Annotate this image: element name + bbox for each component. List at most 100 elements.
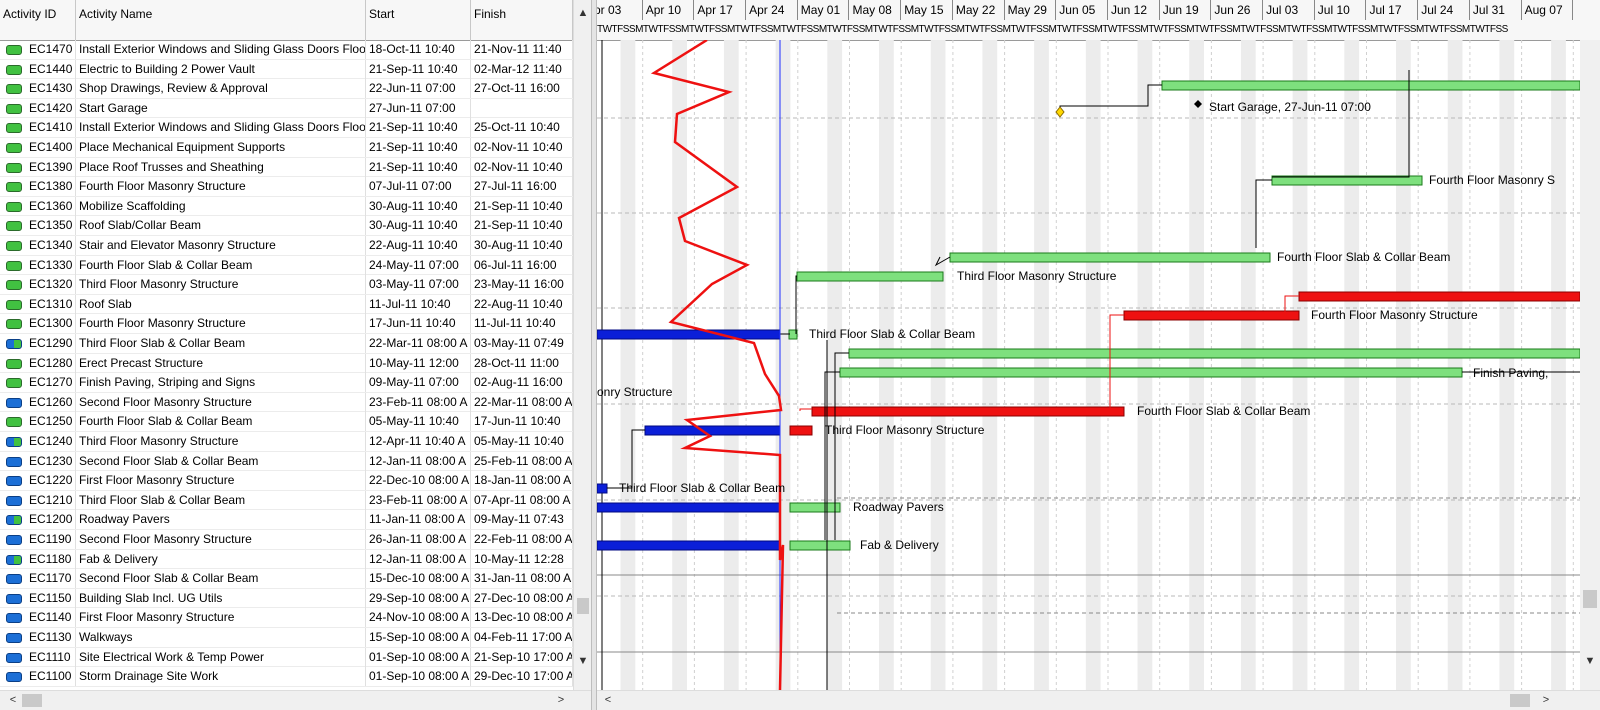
activity-status-icon (6, 143, 22, 153)
activity-status-icon (6, 554, 22, 565)
timescale-week: May 15 (901, 0, 953, 20)
table-row[interactable]: EC1140 First Floor Masonry Structure 24-No… (0, 608, 573, 628)
table-row[interactable]: EC1250 Fourth Floor Slab & Collar Beam 05-… (0, 412, 573, 432)
cell-activity-id: EC1180 (0, 549, 76, 569)
chart-scroll-thumb[interactable] (1583, 590, 1597, 608)
cell-finish: 27-Jul-11 16:00 (471, 177, 573, 197)
scroll-thumb[interactable] (577, 598, 589, 614)
table-row[interactable]: EC1440 Electric to Building 2 Power Vault… (0, 59, 573, 80)
table-row[interactable]: EC1240 Third Floor Masonry Structure 12-Ap… (0, 432, 573, 452)
table-row[interactable]: EC1340 Stair and Elevator Masonry Structu… (0, 236, 573, 256)
table-row[interactable]: EC1290 Third Floor Slab & Collar Beam 22-M… (0, 334, 573, 354)
cell-finish: 28-Oct-11 11:00 (471, 353, 573, 373)
cell-start: 11-Jul-11 10:40 (366, 294, 471, 314)
chart-vertical-scrollbar[interactable]: ▼ (1580, 40, 1600, 690)
cell-activity-id: EC1300 (0, 314, 76, 334)
activity-id-text: EC1290 (29, 336, 73, 350)
activity-status-icon (6, 45, 22, 55)
activity-status-icon (6, 417, 22, 428)
activity-id-text: EC1200 (29, 512, 73, 527)
table-row[interactable]: EC1150 Building Slab Incl. UG Utils 29-Sep… (0, 588, 573, 609)
table-row[interactable]: EC1390 Place Roof Trusses and Sheathing 21… (0, 157, 573, 178)
table-row[interactable]: EC1190 Second Floor Masonry Structure 26-J… (0, 530, 573, 550)
table-row[interactable]: EC1100 Storm Drainage Site Work 01-Sep-10 … (0, 667, 573, 687)
table-row[interactable]: EC1320 Third Floor Masonry Structure 03-Ma… (0, 275, 573, 295)
scroll-up-button[interactable]: ▲ (574, 4, 591, 22)
critical-relationship-line (1109, 314, 1124, 411)
milestone-diamond (1055, 106, 1065, 118)
column-header-finish[interactable]: Finish (471, 0, 573, 40)
column-header-start[interactable]: Start (366, 0, 471, 40)
cell-start: 21-Sep-11 10:40 (366, 138, 471, 157)
table-row[interactable]: EC1330 Fourth Floor Slab & Collar Beam 24-… (0, 255, 573, 276)
activity-status-icon (6, 103, 22, 114)
table-row[interactable]: EC1430 Shop Drawings, Review & Approval 22… (0, 79, 573, 99)
table-row[interactable]: EC1210 Third Floor Slab & Collar Beam 23-F… (0, 490, 573, 511)
cell-activity-name: Building Slab Incl. UG Utils (76, 588, 366, 608)
cell-start: 23-Feb-11 08:00 A (366, 490, 471, 510)
cell-start: 07-Jul-11 07:00 (366, 177, 471, 197)
cell-finish: 21-Sep-11 10:40 (471, 216, 573, 236)
table-row[interactable]: EC1470 Install Exterior Windows and Slidi… (0, 40, 573, 60)
weekend-shading (1189, 40, 1205, 690)
table-row[interactable]: EC1180 Fab & Delivery 12-Jan-11 08:00 A 10-… (0, 549, 573, 570)
timescale-week: Jul 24 (1418, 0, 1470, 20)
weekend-shading (1499, 40, 1515, 690)
cell-activity-id: EC1100 (0, 667, 76, 687)
table-row[interactable]: EC1200 Roadway Pavers 11-Jan-11 08:00 A 09-… (0, 510, 573, 530)
table-row[interactable]: EC1350 Roof Slab/Collar Beam 30-Aug-11 10:… (0, 216, 573, 236)
table-row[interactable]: EC1220 First Floor Masonry Structure 22-De… (0, 471, 573, 491)
table-row[interactable]: EC1170 Second Floor Slab & Collar Beam 15-… (0, 569, 573, 589)
table-row[interactable]: EC1420 Start Garage 27-Jun-11 07:00 (0, 98, 573, 119)
cell-activity-id: EC1140 (0, 608, 76, 628)
table-row[interactable]: EC1300 Fourth Floor Masonry Structure 17-J… (0, 314, 573, 334)
table-row[interactable]: EC1280 Erect Precast Structure 10-May-11 1… (0, 353, 573, 374)
table-row[interactable]: EC1230 Second Floor Slab & Collar Beam 12-… (0, 451, 573, 472)
horizontal-scroll-thumb[interactable] (22, 694, 42, 707)
table-row[interactable]: EC1410 Install Exterior Windows and Slidi… (0, 118, 573, 138)
cell-activity-id: EC1310 (0, 294, 76, 314)
scroll-right-button[interactable]: > (552, 691, 570, 709)
activity-id-text: EC1410 (29, 120, 73, 135)
table-row[interactable]: EC1380 Fourth Floor Masonry Structure 07-J… (0, 177, 573, 197)
table-row[interactable]: EC1270 Finish Paving, Striping and Signs 0… (0, 373, 573, 393)
timescale-week: Apr 10 (643, 0, 695, 20)
weekend-shading (1240, 40, 1256, 690)
column-header-activity-name[interactable]: Activity Name (76, 0, 366, 40)
cell-activity-id: EC1430 (0, 79, 76, 99)
scroll-down-button[interactable]: ▼ (574, 652, 591, 670)
chart-scroll-down-button[interactable]: ▼ (1581, 652, 1599, 670)
table-row[interactable]: EC1400 Place Mechanical Equipment Support… (0, 138, 573, 158)
chart-scroll-right-button[interactable]: > (1537, 691, 1555, 709)
bar-label: Third Floor Masonry Structure (825, 423, 985, 437)
chart-scroll-left-button[interactable]: < (599, 691, 617, 709)
activity-id-text: EC1310 (29, 296, 73, 311)
cell-start: 23-Feb-11 08:00 A (366, 392, 471, 412)
table-horizontal-scrollbar[interactable]: < > (0, 690, 591, 710)
activity-id-text: EC1130 (29, 630, 72, 644)
cell-activity-name: Second Floor Masonry Structure (76, 392, 366, 412)
chart-horizontal-scroll-thumb[interactable] (1510, 694, 1530, 707)
table-vertical-scrollbar[interactable]: ▲ ▼ (573, 0, 591, 690)
cell-activity-name: Third Floor Masonry Structure (76, 275, 366, 295)
activity-status-icon (6, 672, 22, 683)
cell-activity-name: Install Exterior Windows and Sliding Gla… (76, 40, 366, 59)
table-row[interactable]: EC1360 Mobilize Scaffolding 30-Aug-11 10:4… (0, 196, 573, 217)
timescale-week: Apr 17 (694, 0, 747, 20)
timescale-week: Jul 10 (1315, 0, 1367, 20)
activity-status-icon (6, 221, 22, 232)
activity-id-text: EC1360 (29, 198, 73, 213)
table-row[interactable]: EC1130 Walkways 15-Sep-10 08:00 A 04-Feb-11… (0, 628, 573, 648)
bar-label: Fab & Delivery (860, 538, 939, 552)
table-row[interactable]: EC1110 Site Electrical Work & Temp Power 0… (0, 647, 573, 668)
chart-horizontal-scrollbar[interactable]: < > (597, 690, 1600, 710)
activity-status-icon (6, 574, 22, 585)
bar-ec1240-remaining (789, 425, 813, 436)
cell-activity-id: EC1400 (0, 138, 76, 157)
column-header-activity-id[interactable]: Activity ID (0, 0, 76, 40)
cell-activity-id: EC1330 (0, 255, 76, 275)
bar-label: Finish Paving, (1473, 366, 1549, 380)
scroll-left-button[interactable]: < (4, 691, 22, 709)
table-row[interactable]: EC1310 Roof Slab 11-Jul-11 10:40 22-Aug-11 … (0, 294, 573, 315)
table-row[interactable]: EC1260 Second Floor Masonry Structure 23-F… (0, 392, 573, 413)
